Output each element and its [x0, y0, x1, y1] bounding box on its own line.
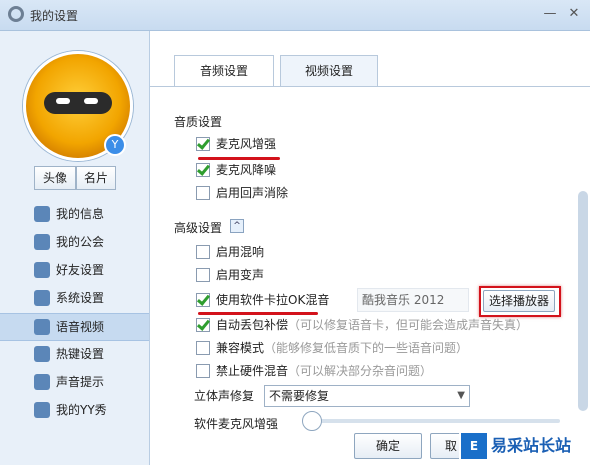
checkbox-box — [196, 341, 210, 355]
avatar-eye-left — [56, 98, 70, 104]
tab-divider — [150, 86, 590, 87]
checkbox-box — [196, 163, 210, 177]
sidebar-item-sound-alerts[interactable]: 声音提示 — [0, 369, 149, 395]
section-title-quality: 音质设置 — [174, 115, 223, 129]
keyboard-icon — [34, 346, 50, 362]
checkbox-box — [196, 245, 210, 259]
chevron-down-icon: ▼ — [457, 390, 465, 401]
sidebar-item-my-info[interactable]: 我的信息 — [0, 201, 149, 227]
scrollbar[interactable] — [578, 191, 588, 411]
checkbox-box — [196, 318, 210, 332]
sidebar-item-yy-show[interactable]: 我的YY秀 — [0, 397, 149, 423]
checkbox-box — [196, 186, 210, 200]
friends-icon — [34, 262, 50, 278]
sidebar-item-label: 好友设置 — [56, 263, 105, 277]
yy-badge-icon: Y — [104, 134, 126, 156]
sidebar-item-label: 声音提示 — [56, 375, 105, 389]
checkbox-label: 使用软件卡拉OK混音 — [216, 293, 330, 307]
avatar-eye-right — [84, 98, 98, 104]
sidebar-item-label: 热键设置 — [56, 347, 105, 361]
checkbox-box — [196, 364, 210, 378]
sidebar-item-label: 语音视频 — [56, 320, 105, 334]
sidebar-item-label: 我的YY秀 — [56, 403, 107, 417]
sidebar-item-label: 系统设置 — [56, 291, 105, 305]
avatar[interactable]: Y — [23, 51, 133, 161]
checkbox-box — [196, 137, 210, 151]
sidebar-item-label: 我的公会 — [56, 235, 105, 249]
flag-icon — [34, 234, 50, 250]
checkbox-label-group: 禁止硬件混音（可以解决部分杂音问题） — [216, 362, 432, 380]
avatar-mask — [44, 92, 112, 114]
avatar-button[interactable]: 头像 — [34, 166, 76, 190]
stereo-select-value: 不需要修复 — [269, 389, 330, 403]
sidebar: Y 头像 名片 我的信息 我的公会 好友设置 系统设置 语音视频 热键设置 声音… — [0, 31, 150, 465]
window-title: 我的设置 — [30, 9, 79, 23]
sidebar-item-system[interactable]: 系统设置 — [0, 285, 149, 311]
checkbox-label: 启用混响 — [216, 245, 265, 259]
user-card-icon — [34, 206, 50, 222]
checkbox-label: 麦克风降噪 — [216, 163, 277, 177]
checkbox-label: 麦克风增强 — [216, 137, 277, 151]
section-title-advanced: 高级设置 — [174, 221, 223, 235]
player-field[interactable]: 酷我音乐 2012 — [357, 288, 469, 312]
red-underline — [198, 312, 318, 315]
stereo-select[interactable]: 不需要修复 ▼ — [264, 385, 470, 407]
checkbox-hint: （可以修复语音卡，但可能会造成声音失真） — [288, 318, 529, 332]
checkbox-box — [196, 293, 210, 307]
mic-boost-label: 软件麦克风增强 — [194, 417, 279, 431]
checkbox-label-group: 兼容模式（能够修复低音质下的一些语音问题） — [216, 339, 468, 357]
settings-gear-icon — [8, 6, 24, 22]
title-bar: 我的设置 — ✕ — [0, 0, 590, 31]
mic-boost-slider-handle[interactable] — [302, 411, 322, 431]
red-underline — [198, 157, 280, 160]
checkbox-box — [196, 268, 210, 282]
checkbox-label: 兼容模式 — [216, 341, 265, 355]
webcam-icon — [34, 319, 50, 335]
checkbox-label: 自动丢包补偿 — [216, 318, 289, 332]
sidebar-item-my-guild[interactable]: 我的公会 — [0, 229, 149, 255]
card-button[interactable]: 名片 — [76, 166, 116, 190]
watermark: E 易采站长站 — [459, 430, 590, 465]
shirt-icon — [34, 402, 50, 418]
settings-panel: 音频设置 视频设置 音质设置 麦克风增强 麦克风降噪 启用回声消除 高级设置 ^… — [150, 31, 590, 465]
watermark-logo-icon: E — [461, 433, 487, 459]
minimize-button[interactable]: — — [540, 5, 560, 23]
checkbox-hint: （可以解决部分杂音问题） — [288, 364, 433, 378]
mic-boost-slider-track[interactable] — [310, 419, 560, 423]
sidebar-item-hotkeys[interactable]: 热键设置 — [0, 341, 149, 367]
tab-audio[interactable]: 音频设置 — [174, 55, 274, 87]
ok-button[interactable]: 确定 — [354, 433, 422, 459]
close-button[interactable]: ✕ — [564, 5, 584, 23]
checkbox-label: 禁止硬件混音 — [216, 364, 289, 378]
sidebar-item-friends[interactable]: 好友设置 — [0, 257, 149, 283]
sidebar-item-voice-video[interactable]: 语音视频 — [0, 313, 149, 341]
checkbox-hint: （能够修复低音质下的一些语音问题） — [264, 341, 469, 355]
watermark-text: 易采站长站 — [491, 436, 572, 455]
checkbox-label: 启用变声 — [216, 268, 265, 282]
gear-icon — [34, 290, 50, 306]
tab-video[interactable]: 视频设置 — [280, 55, 378, 86]
collapse-toggle[interactable]: ^ — [230, 219, 244, 233]
stereo-label: 立体声修复 — [194, 389, 255, 403]
red-highlight-box — [479, 286, 561, 317]
checkbox-label: 启用回声消除 — [216, 186, 289, 200]
music-note-icon — [34, 374, 50, 390]
sidebar-item-label: 我的信息 — [56, 207, 105, 221]
checkbox-label-group: 自动丢包补偿（可以修复语音卡，但可能会造成声音失真） — [216, 316, 528, 334]
